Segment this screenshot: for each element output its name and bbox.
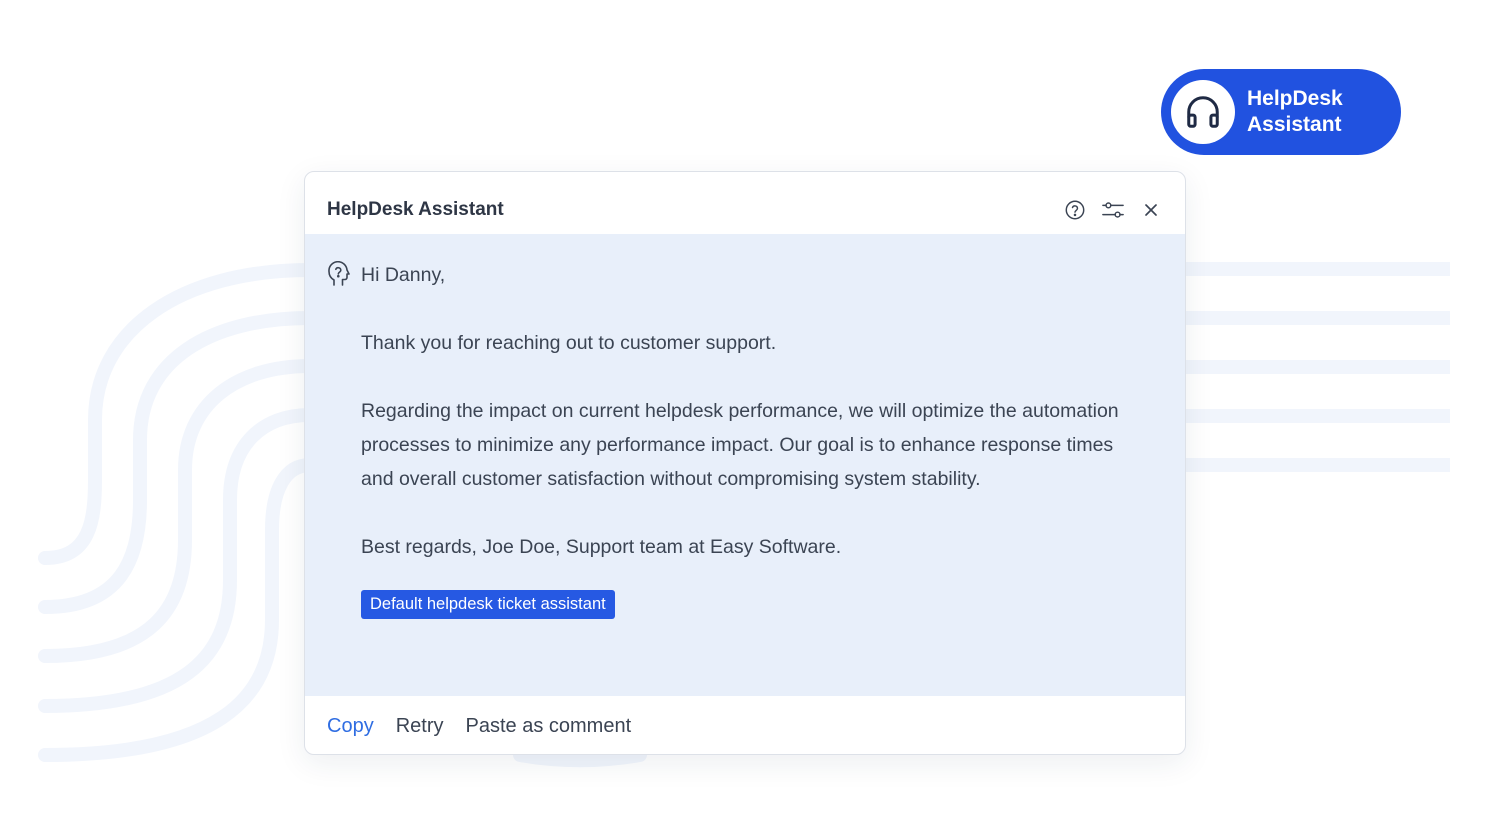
close-button[interactable] — [1139, 198, 1163, 222]
message-signature: Best regards, Joe Doe, Support team at E… — [361, 536, 842, 558]
head-question-icon — [328, 260, 350, 286]
panel-footer: Copy Retry Paste as comment — [305, 696, 1185, 754]
help-circle-icon — [1065, 200, 1085, 220]
assistant-type-badge: Default helpdesk ticket assistant — [361, 590, 615, 619]
copy-button[interactable]: Copy — [327, 715, 374, 738]
close-icon — [1145, 204, 1157, 216]
message-paragraph: Regarding the impact on current helpdesk… — [361, 400, 1119, 490]
assistant-message: Hi Danny, Thank you for reaching out to … — [327, 258, 1145, 620]
paste-as-comment-button[interactable]: Paste as comment — [466, 715, 632, 738]
message-paragraph: Thank you for reaching out to customer s… — [361, 332, 777, 354]
helpdesk-launcher-button[interactable]: HelpDesk Assistant — [1161, 69, 1401, 155]
header-actions — [1063, 198, 1163, 222]
launcher-avatar — [1171, 80, 1235, 144]
message-greeting: Hi Danny, — [361, 264, 446, 286]
settings-button[interactable] — [1101, 198, 1125, 222]
panel-title: HelpDesk Assistant — [327, 199, 504, 220]
sliders-icon — [1102, 202, 1124, 218]
assistant-panel: HelpDesk Assistant Hi Danny, Thank you f… — [304, 171, 1186, 755]
panel-header: HelpDesk Assistant — [305, 172, 1185, 234]
headphones-icon — [1187, 96, 1219, 128]
launcher-label: HelpDesk Assistant — [1247, 87, 1343, 136]
retry-button[interactable]: Retry — [396, 715, 444, 738]
help-button[interactable] — [1063, 198, 1087, 222]
message-text: Hi Danny, Thank you for reaching out to … — [361, 258, 1145, 620]
message-area: Hi Danny, Thank you for reaching out to … — [305, 234, 1185, 696]
